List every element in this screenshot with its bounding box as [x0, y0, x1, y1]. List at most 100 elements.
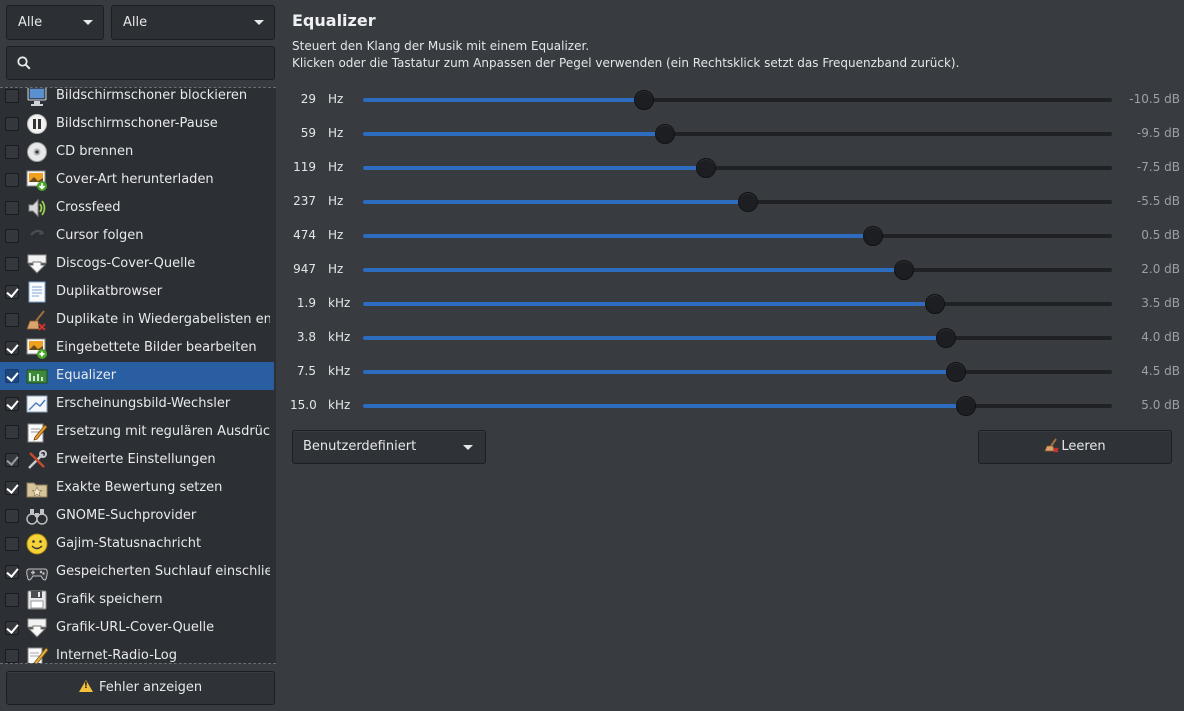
gamepad-icon: [26, 568, 48, 581]
pause-icon: [27, 114, 47, 134]
plugin-row[interactable]: Erweiterte Einstellungen: [0, 446, 274, 474]
eq-band: 474 Hz 0.5 dB: [290, 219, 1180, 253]
chevron-down-icon: [254, 20, 264, 25]
monitor-icon: [27, 88, 47, 106]
plugin-enable-checkbox[interactable]: [5, 593, 19, 607]
band-slider[interactable]: [363, 260, 1112, 280]
eq-band: 237 Hz -5.5 dB: [290, 185, 1180, 219]
plugin-enable-checkbox[interactable]: [5, 509, 19, 523]
plugin-list[interactable]: Bildschirmschoner blockieren Bildschirmsc…: [0, 87, 276, 664]
plugin-row[interactable]: Gespeicherten Suchlauf einschließ...: [0, 558, 274, 586]
status-filter-combo[interactable]: Alle: [111, 5, 275, 40]
band-slider-handle[interactable]: [634, 90, 654, 110]
band-gain-label: 2.0 dB: [1141, 262, 1180, 276]
plugin-enable-checkbox[interactable]: [5, 117, 19, 131]
description-line-1: Steuert den Klang der Musik mit einem Eq…: [292, 39, 590, 53]
plugin-row[interactable]: GNOME-Suchprovider: [0, 502, 274, 530]
plugin-row[interactable]: CD brennen: [0, 138, 274, 166]
plugin-label: GNOME-Suchprovider: [56, 508, 197, 523]
plugin-row[interactable]: Exakte Bewertung setzen: [0, 474, 274, 502]
plugin-row[interactable]: Equalizer: [0, 362, 274, 390]
band-slider-fill: [363, 132, 665, 136]
plugin-row[interactable]: Internet-Radio-Log: [0, 642, 274, 663]
plugin-enable-checkbox[interactable]: [5, 285, 19, 299]
plugin-list-rows: Bildschirmschoner blockieren Bildschirmsc…: [0, 88, 276, 663]
plugin-row[interactable]: Bildschirmschoner-Pause: [0, 110, 274, 138]
plugin-enable-checkbox[interactable]: [5, 173, 19, 187]
plugin-enable-checkbox[interactable]: [5, 649, 19, 663]
plugin-enable-checkbox[interactable]: [5, 453, 19, 467]
plugin-enable-checkbox[interactable]: [5, 565, 19, 579]
plugin-enable-checkbox[interactable]: [5, 145, 19, 159]
image-edit-icon: [26, 338, 47, 359]
plugin-row[interactable]: Duplikatbrowser: [0, 278, 274, 306]
plugin-row[interactable]: Eingebettete Bilder bearbeiten: [0, 334, 274, 362]
plugin-row[interactable]: Cursor folgen: [0, 222, 274, 250]
band-slider-handle[interactable]: [655, 124, 675, 144]
chevron-down-icon: [83, 20, 93, 25]
band-slider[interactable]: [363, 328, 1112, 348]
plugin-enable-checkbox[interactable]: [5, 425, 19, 439]
band-slider[interactable]: [363, 158, 1112, 178]
plugin-row[interactable]: Ersetzung mit regulären Ausdrücken: [0, 418, 274, 446]
plugin-enable-checkbox[interactable]: [5, 341, 19, 355]
category-filter-combo[interactable]: Alle: [6, 5, 104, 40]
plugin-enable-checkbox[interactable]: [5, 397, 19, 411]
band-slider-handle[interactable]: [956, 396, 976, 416]
band-slider-handle[interactable]: [925, 294, 945, 314]
plugin-enable-checkbox[interactable]: [5, 229, 19, 243]
plugin-row[interactable]: Duplikate in Wiedergabelisten entf...: [0, 306, 274, 334]
band-slider[interactable]: [363, 362, 1112, 382]
band-slider[interactable]: [363, 124, 1112, 144]
preset-combo[interactable]: Benutzerdefiniert: [292, 430, 486, 464]
band-frequency: 29: [300, 92, 316, 106]
band-slider[interactable]: [363, 294, 1112, 314]
download-arrow-icon: [27, 254, 47, 274]
plugin-enable-checkbox[interactable]: [5, 481, 19, 495]
smiley-icon: [26, 533, 48, 555]
plugin-row[interactable]: Grafik speichern: [0, 586, 274, 614]
band-frequency: 59: [300, 126, 316, 140]
plugin-row[interactable]: Discogs-Cover-Quelle: [0, 250, 274, 278]
show-errors-button[interactable]: Fehler anzeigen: [6, 671, 275, 705]
band-slider-handle[interactable]: [894, 260, 914, 280]
band-frequency: 119: [293, 160, 316, 174]
band-slider-handle[interactable]: [936, 328, 956, 348]
plugin-enable-checkbox[interactable]: [5, 313, 19, 327]
plugin-enable-checkbox[interactable]: [5, 257, 19, 271]
download-arrow-icon: [27, 618, 47, 638]
band-frequency: 15.0: [290, 398, 317, 412]
band-slider-handle[interactable]: [738, 192, 758, 212]
plugin-row[interactable]: Erscheinungsbild-Wechsler: [0, 390, 274, 418]
plugin-label: Bildschirmschoner blockieren: [56, 88, 248, 103]
band-slider[interactable]: [363, 396, 1112, 416]
plugin-row[interactable]: Gajim-Statusnachricht: [0, 530, 274, 558]
plugin-row[interactable]: Cover-Art herunterladen: [0, 166, 274, 194]
plugin-enable-checkbox[interactable]: [5, 621, 19, 635]
plugin-enable-checkbox[interactable]: [5, 89, 19, 103]
plugin-row[interactable]: Bildschirmschoner blockieren: [0, 88, 274, 110]
band-slider-handle[interactable]: [696, 158, 716, 178]
band-gain-label: 3.5 dB: [1141, 296, 1180, 310]
search-box[interactable]: [6, 46, 275, 80]
search-input[interactable]: [37, 53, 267, 73]
plugin-enable-checkbox[interactable]: [5, 537, 19, 551]
plugin-enable-checkbox[interactable]: [5, 201, 19, 215]
plugin-label: Duplikate in Wiedergabelisten entf...: [56, 312, 270, 327]
plugin-pane: Alle Alle Bildschirmschoner blockieren Bi…: [0, 0, 281, 711]
clear-button[interactable]: Leeren: [978, 430, 1172, 464]
plugin-row[interactable]: Crossfeed: [0, 194, 274, 222]
eq-band: 1.9 kHz 3.5 dB: [290, 287, 1180, 321]
band-unit: Hz: [328, 160, 344, 174]
band-slider-handle[interactable]: [946, 362, 966, 382]
plugin-row[interactable]: Grafik-URL-Cover-Quelle: [0, 614, 274, 642]
plugin-label: Cover-Art herunterladen: [56, 172, 214, 187]
plugin-enable-checkbox[interactable]: [5, 369, 19, 383]
plugin-label: CD brennen: [56, 144, 134, 159]
band-slider[interactable]: [363, 192, 1112, 212]
band-slider[interactable]: [363, 226, 1112, 246]
plugin-label: Eingebettete Bilder bearbeiten: [56, 340, 257, 355]
band-slider-handle[interactable]: [863, 226, 883, 246]
band-slider[interactable]: [363, 90, 1112, 110]
band-frequency: 474: [293, 228, 316, 242]
